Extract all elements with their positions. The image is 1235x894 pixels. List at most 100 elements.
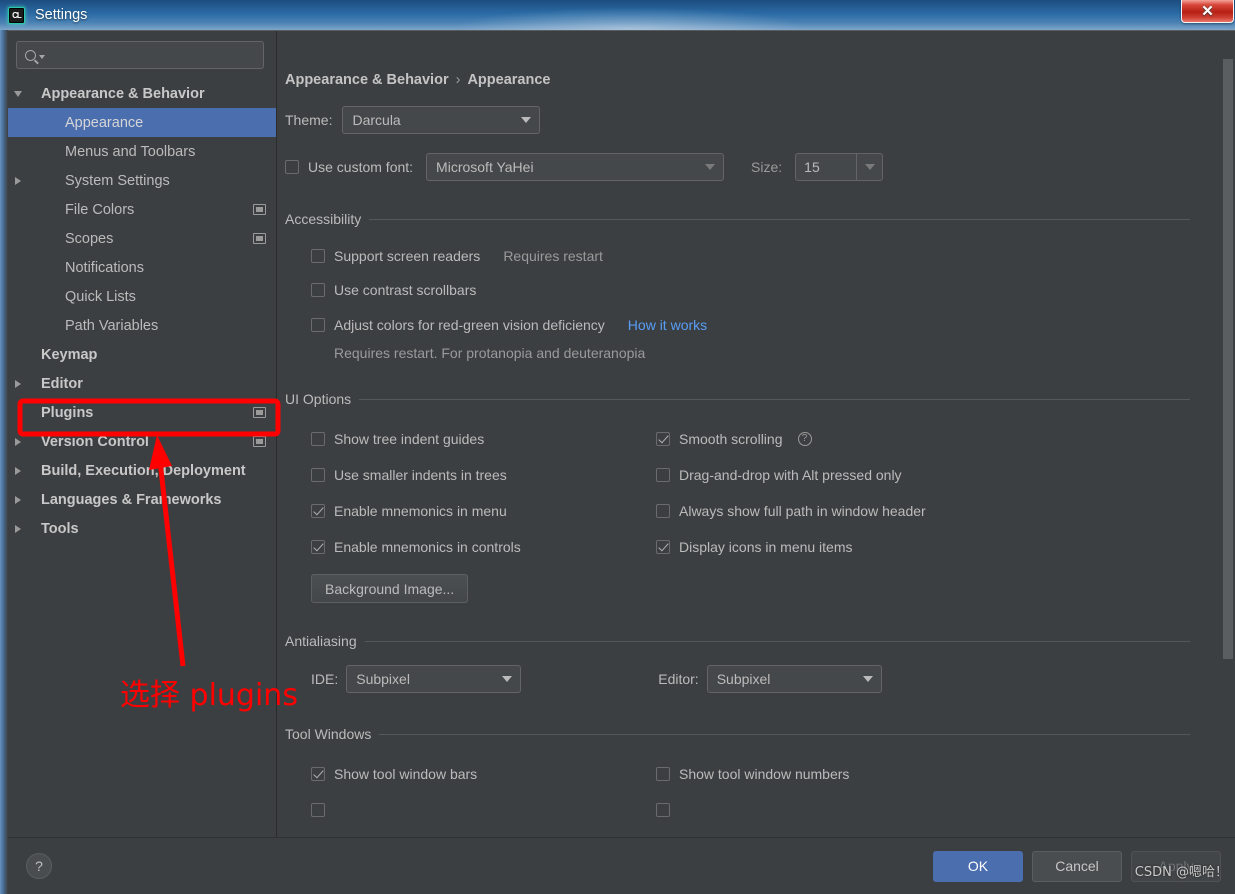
font-size-value[interactable]: 15 xyxy=(795,153,858,181)
sidebar-item-appearance[interactable]: Appearance xyxy=(8,108,276,137)
tool-window-option-row-clipped[interactable] xyxy=(311,792,630,828)
sidebar-item-editor[interactable]: Editor xyxy=(8,369,276,398)
use-custom-font-checkbox[interactable] xyxy=(285,160,299,174)
help-button[interactable]: ? xyxy=(26,853,52,879)
chevron-right-icon xyxy=(15,524,21,533)
use-contrast-scrollbars-checkbox[interactable] xyxy=(311,283,325,297)
ok-button[interactable]: OK xyxy=(933,850,1023,882)
theme-select[interactable]: Darcula xyxy=(342,106,541,134)
sidebar-item-tools[interactable]: Tools xyxy=(8,514,276,543)
sidebar-item-label: Plugins xyxy=(41,404,94,421)
display-icons-menu-items-checkbox[interactable] xyxy=(656,540,670,554)
ui-option-row[interactable]: Drag-and-drop with Alt pressed only xyxy=(656,457,1221,493)
help-icon[interactable]: ? xyxy=(797,432,812,446)
ui-option-row[interactable]: Use smaller indents in trees xyxy=(311,457,630,493)
sidebar-item-label: Quick Lists xyxy=(65,288,136,305)
chevron-right-icon[interactable] xyxy=(8,495,28,504)
sidebar-item-keymap[interactable]: Keymap xyxy=(8,340,276,369)
tool-windows-left-column: Show tool window bars xyxy=(285,756,630,828)
sidebar-item-plugins[interactable]: Plugins xyxy=(8,398,276,427)
adjust-colors-checkbox[interactable] xyxy=(311,318,325,332)
ui-option-row[interactable]: Always show full path in window header xyxy=(656,493,1221,529)
clipped-option-checkbox[interactable] xyxy=(311,803,325,817)
sidebar-item-appearance-behavior[interactable]: Appearance & Behavior xyxy=(8,79,276,108)
search-input[interactable] xyxy=(48,42,255,68)
enable-mnemonics-controls-checkbox[interactable] xyxy=(311,540,325,554)
sidebar-item-file-colors[interactable]: File Colors xyxy=(8,195,276,224)
ui-options-right-column: Smooth scrolling ? Drag-and-drop with Al… xyxy=(630,421,1221,603)
accessibility-option-row[interactable]: Adjust colors for red-green vision defic… xyxy=(311,308,1221,342)
use-smaller-indents-checkbox[interactable] xyxy=(311,468,325,482)
clipped-option-checkbox-2[interactable] xyxy=(656,803,670,817)
ui-option-row[interactable]: Display icons in menu items xyxy=(656,529,1221,565)
chevron-right-icon[interactable] xyxy=(8,437,28,446)
background-image-button[interactable]: Background Image... xyxy=(311,574,469,603)
sidebar-item-languages-frameworks[interactable]: Languages & Frameworks xyxy=(8,485,276,514)
ui-options-columns: Show tree indent guides Use smaller inde… xyxy=(285,421,1221,603)
sidebar-search-wrap xyxy=(8,31,276,75)
cancel-button[interactable]: Cancel xyxy=(1032,850,1122,882)
sidebar-item-label: Notifications xyxy=(65,259,144,276)
sidebar-item-build-execution-deployment[interactable]: Build, Execution, Deployment xyxy=(8,456,276,485)
chevron-right-icon[interactable] xyxy=(8,379,28,388)
always-show-full-path-label: Always show full path in window header xyxy=(679,503,926,519)
support-screen-readers-note: Requires restart xyxy=(503,247,603,264)
window-titlebar[interactable]: CL Settings ✕ xyxy=(0,0,1235,30)
settings-tree[interactable]: Appearance & Behavior Appearance Menus and… xyxy=(8,75,276,837)
chevron-right-icon[interactable] xyxy=(8,524,28,533)
chevron-down-icon xyxy=(14,90,22,97)
chevron-right-icon xyxy=(15,176,21,185)
smooth-scrolling-checkbox[interactable] xyxy=(656,432,670,446)
chevron-right-icon xyxy=(15,466,21,475)
ui-option-row[interactable]: Smooth scrolling ? xyxy=(656,421,1221,457)
theme-select-value: Darcula xyxy=(352,112,401,128)
close-button[interactable]: ✕ xyxy=(1181,0,1234,23)
chevron-right-icon[interactable] xyxy=(8,176,28,185)
ui-option-row[interactable]: Show tree indent guides xyxy=(311,421,630,457)
show-tree-indent-guides-checkbox[interactable] xyxy=(311,432,325,446)
show-tool-window-bars-checkbox[interactable] xyxy=(311,767,325,781)
chevron-right-icon[interactable] xyxy=(8,466,28,475)
always-show-full-path-checkbox[interactable] xyxy=(656,504,670,518)
custom-font-select[interactable]: Microsoft YaHei xyxy=(426,153,725,181)
breadcrumb-root[interactable]: Appearance & Behavior xyxy=(285,72,449,88)
antialiasing-title: Antialiasing xyxy=(285,633,357,649)
font-size-spinner-buttons[interactable] xyxy=(857,153,884,181)
enable-mnemonics-menu-label: Enable mnemonics in menu xyxy=(334,503,507,519)
chevron-down-icon[interactable] xyxy=(8,90,28,97)
search-icon xyxy=(25,49,36,61)
support-screen-readers-checkbox[interactable] xyxy=(311,248,325,263)
main-panel-scrollbar[interactable] xyxy=(1221,31,1235,837)
clion-app-icon: CL xyxy=(8,6,25,24)
show-tool-window-numbers-checkbox[interactable] xyxy=(656,767,670,781)
how-it-works-link[interactable]: How it works xyxy=(628,317,707,333)
tool-window-option-row[interactable]: Show tool window numbers xyxy=(656,756,1221,792)
sidebar-item-label: Keymap xyxy=(41,346,98,363)
accessibility-option-row[interactable]: Support screen readers Requires restart xyxy=(311,239,1221,272)
ui-options-title: UI Options xyxy=(285,391,352,407)
tool-window-option-row[interactable]: Show tool window bars xyxy=(311,756,630,792)
use-smaller-indents-label: Use smaller indents in trees xyxy=(334,467,507,483)
sidebar-item-path-variables[interactable]: Path Variables xyxy=(8,311,276,340)
antialiasing-editor-select[interactable]: Subpixel xyxy=(706,665,882,693)
drag-and-drop-alt-checkbox[interactable] xyxy=(656,468,670,482)
scrollbar-thumb[interactable] xyxy=(1223,59,1233,659)
ui-option-row[interactable]: Enable mnemonics in controls xyxy=(311,529,630,565)
sidebar-item-version-control[interactable]: Version Control xyxy=(8,427,276,456)
sidebar-item-notifications[interactable]: Notifications xyxy=(8,253,276,282)
accessibility-option-row[interactable]: Use contrast scrollbars xyxy=(311,272,1221,308)
show-tree-indent-guides-label: Show tree indent guides xyxy=(334,431,485,447)
antialiasing-ide-select[interactable]: Subpixel xyxy=(346,665,522,693)
sidebar-item-system-settings[interactable]: System Settings xyxy=(8,166,276,195)
close-icon: ✕ xyxy=(1201,2,1214,20)
sidebar-item-menus-and-toolbars[interactable]: Menus and Toolbars xyxy=(8,137,276,166)
search-field[interactable] xyxy=(16,41,264,69)
ui-option-row[interactable]: Enable mnemonics in menu xyxy=(311,493,630,529)
sidebar-item-quick-lists[interactable]: Quick Lists xyxy=(8,282,276,311)
font-size-stepper[interactable]: 15 xyxy=(795,153,884,181)
theme-row: Theme: Darcula xyxy=(285,106,1221,134)
sidebar-item-scopes[interactable]: Scopes xyxy=(8,224,276,253)
tool-window-option-row-clipped[interactable] xyxy=(656,792,1221,828)
enable-mnemonics-menu-checkbox[interactable] xyxy=(311,504,325,518)
antialiasing-divider xyxy=(364,640,1190,642)
